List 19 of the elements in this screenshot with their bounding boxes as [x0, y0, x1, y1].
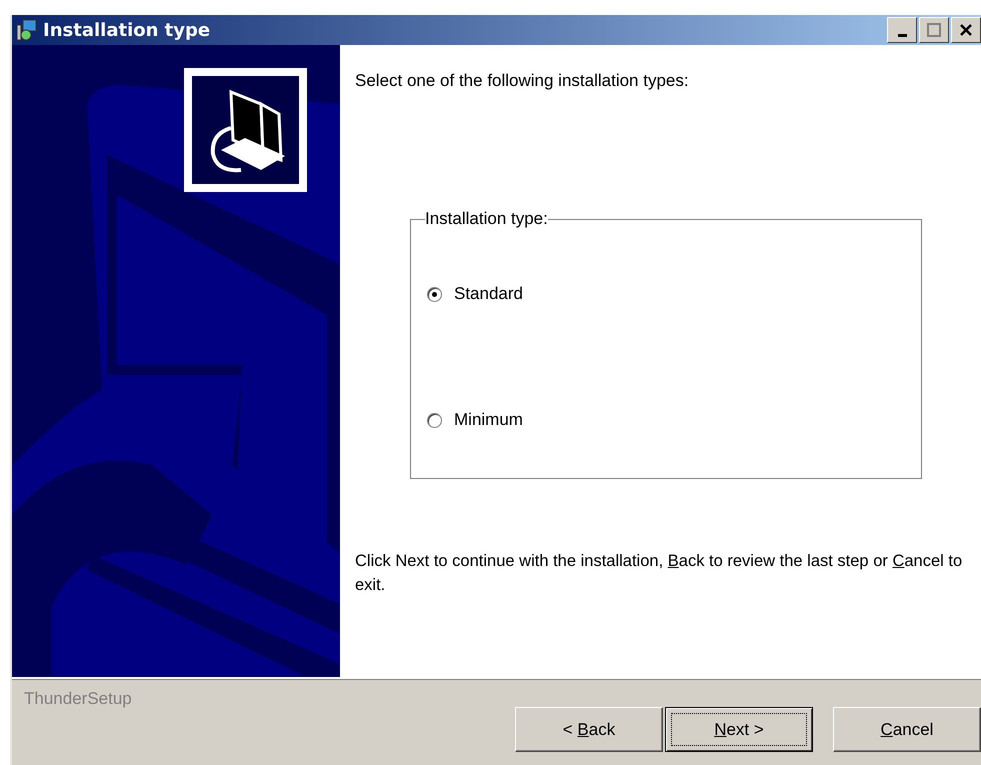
group-label: Installation type: [425, 209, 548, 229]
wizard-button[interactable]: Next > [665, 707, 813, 752]
radio-label[interactable]: Minimum [454, 410, 523, 430]
minimize-icon [898, 34, 906, 36]
radio-label[interactable]: Standard [454, 284, 523, 304]
heading-text: Select one of the following installation types: [355, 71, 690, 91]
window-title: Installation type [43, 20, 212, 40]
wizard-button[interactable]: Cancel [833, 707, 981, 752]
maximize-button[interactable] [919, 17, 949, 43]
brand-label: ThunderSetup [24, 689, 132, 709]
maximize-icon [927, 23, 941, 37]
installer-app-icon [16, 19, 38, 41]
radio-button[interactable] [427, 412, 442, 428]
minimize-button[interactable] [887, 17, 917, 43]
close-button[interactable] [951, 17, 981, 43]
instructions-text: Click Next to continue with the installation, Back to review the last step or Cancel to exit. [355, 551, 964, 596]
close-icon [959, 23, 973, 37]
radio-button[interactable] [427, 286, 442, 302]
wizard-button[interactable]: < Back [515, 707, 663, 752]
